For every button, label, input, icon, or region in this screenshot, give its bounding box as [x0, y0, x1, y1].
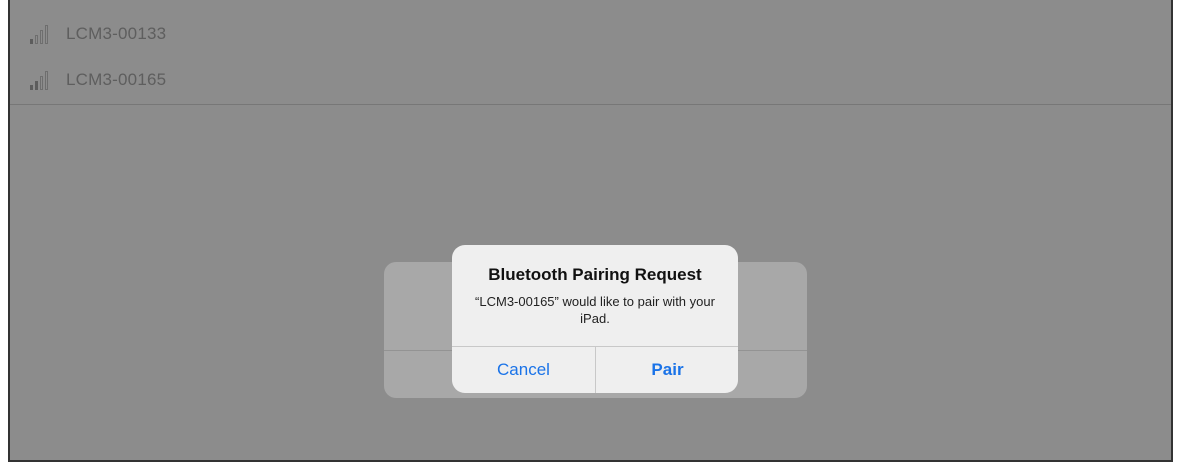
device-row-lcm3-00133[interactable]: LCM3-00133 — [10, 14, 1171, 54]
cancel-button[interactable]: Cancel — [452, 347, 595, 393]
signal-bar — [35, 35, 38, 44]
signal-bar — [45, 25, 48, 44]
alert-message: “LCM3-00165” would like to pair with you… — [475, 294, 715, 326]
signal-strength-icon — [30, 70, 52, 90]
signal-bar — [30, 85, 33, 90]
device-name: LCM3-00133 — [66, 24, 167, 43]
alert-title: Bluetooth Pairing Request — [488, 265, 702, 284]
signal-bar — [45, 71, 48, 90]
device-row-lcm3-00165[interactable]: LCM3-00165 — [10, 60, 1171, 100]
signal-bar — [30, 39, 33, 44]
signal-bar — [40, 30, 43, 44]
signal-bar — [35, 81, 38, 90]
list-divider — [10, 104, 1171, 105]
device-name: LCM3-00165 — [66, 70, 167, 89]
signal-strength-icon — [30, 24, 52, 44]
bluetooth-pairing-alert: Bluetooth Pairing Request “LCM3-00165” w… — [452, 245, 738, 393]
signal-bar — [40, 76, 43, 90]
pair-button[interactable]: Pair — [596, 347, 738, 393]
device-list-screen: LCM3-00133 LCM3-00165 Bluetooth Pairing … — [8, 0, 1173, 462]
